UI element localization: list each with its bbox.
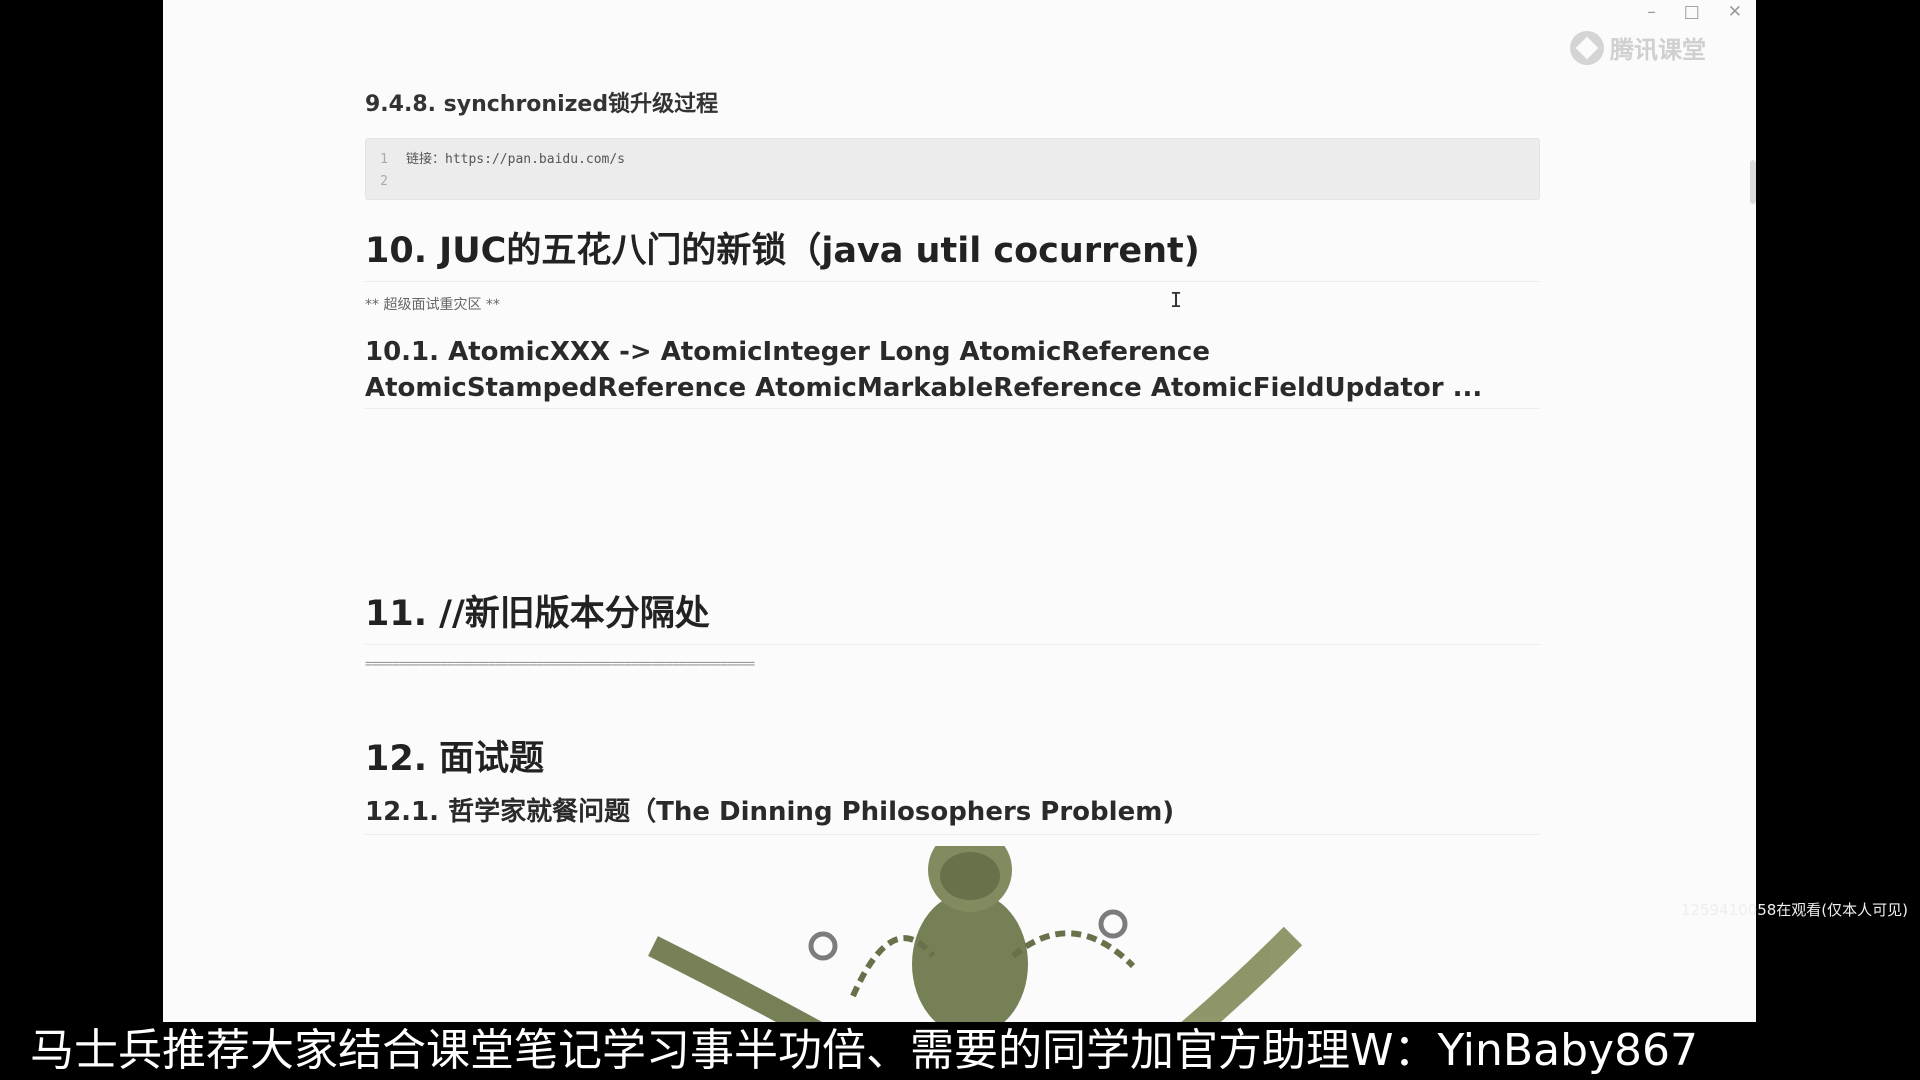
document-content: 9.4.8. synchronized锁升级过程 1 链接：https://pa… xyxy=(365,86,1540,835)
heading-10-1-line1: 10.1. AtomicXXX -> AtomicInteger Long At… xyxy=(365,337,1210,367)
editor-window: – □ ✕ 腾讯课堂 9.4.8. synchronized锁升级过程 1 链接… xyxy=(163,0,1756,1022)
note-interview-hotspot[interactable]: ** 超级面试重灾区 ** xyxy=(365,294,1540,314)
code-block[interactable]: 1 链接：https://pan.baidu.com/s 2 xyxy=(365,138,1540,200)
minimize-button[interactable]: – xyxy=(1647,2,1656,22)
line-number: 1 xyxy=(380,152,388,167)
line-number: 2 xyxy=(380,174,388,189)
code-text[interactable]: 链接：https://pan.baidu.com/s xyxy=(406,149,625,171)
viewer-count-label: 1259410058在观看(仅本人可见) xyxy=(1680,901,1908,919)
code-line: 1 链接：https://pan.baidu.com/s xyxy=(366,149,1539,171)
heading-9-4-8[interactable]: 9.4.8. synchronized锁升级过程 xyxy=(365,86,1540,118)
scrollbar[interactable] xyxy=(1750,160,1756,204)
subtitle-banner: 马士兵推荐大家结合课堂笔记学习事半功倍、需要的同学加官方助理W：YinBaby8… xyxy=(0,1022,1920,1080)
close-button[interactable]: ✕ xyxy=(1728,2,1742,22)
heading-10-1[interactable]: 10.1. AtomicXXX -> AtomicInteger Long At… xyxy=(365,334,1540,409)
tencent-classroom-logo: 腾讯课堂 xyxy=(1570,30,1706,65)
logo-text: 腾讯课堂 xyxy=(1610,36,1706,64)
separator-line[interactable]: ========================================… xyxy=(365,657,1540,672)
dinning-philosophers-illustration xyxy=(648,846,1303,1022)
heading-12-1[interactable]: 12.1. 哲学家就餐问题（The Dinning Philosophers P… xyxy=(365,791,1540,835)
heading-10-1-line2: AtomicStampedReference AtomicMarkableRef… xyxy=(365,373,1483,403)
tencent-classroom-icon xyxy=(1570,30,1604,65)
heading-12[interactable]: 12. 面试题 xyxy=(365,730,1540,781)
heading-10[interactable]: 10. JUC的五花八门的新锁（java util cocurrent) xyxy=(365,222,1540,282)
text-cursor-icon: I xyxy=(1170,288,1183,312)
window-controls: – □ ✕ xyxy=(1647,2,1742,22)
heading-11[interactable]: 11. //新旧版本分隔处 xyxy=(365,585,1540,645)
code-line: 2 xyxy=(366,171,1539,193)
maximize-button[interactable]: □ xyxy=(1684,2,1700,22)
